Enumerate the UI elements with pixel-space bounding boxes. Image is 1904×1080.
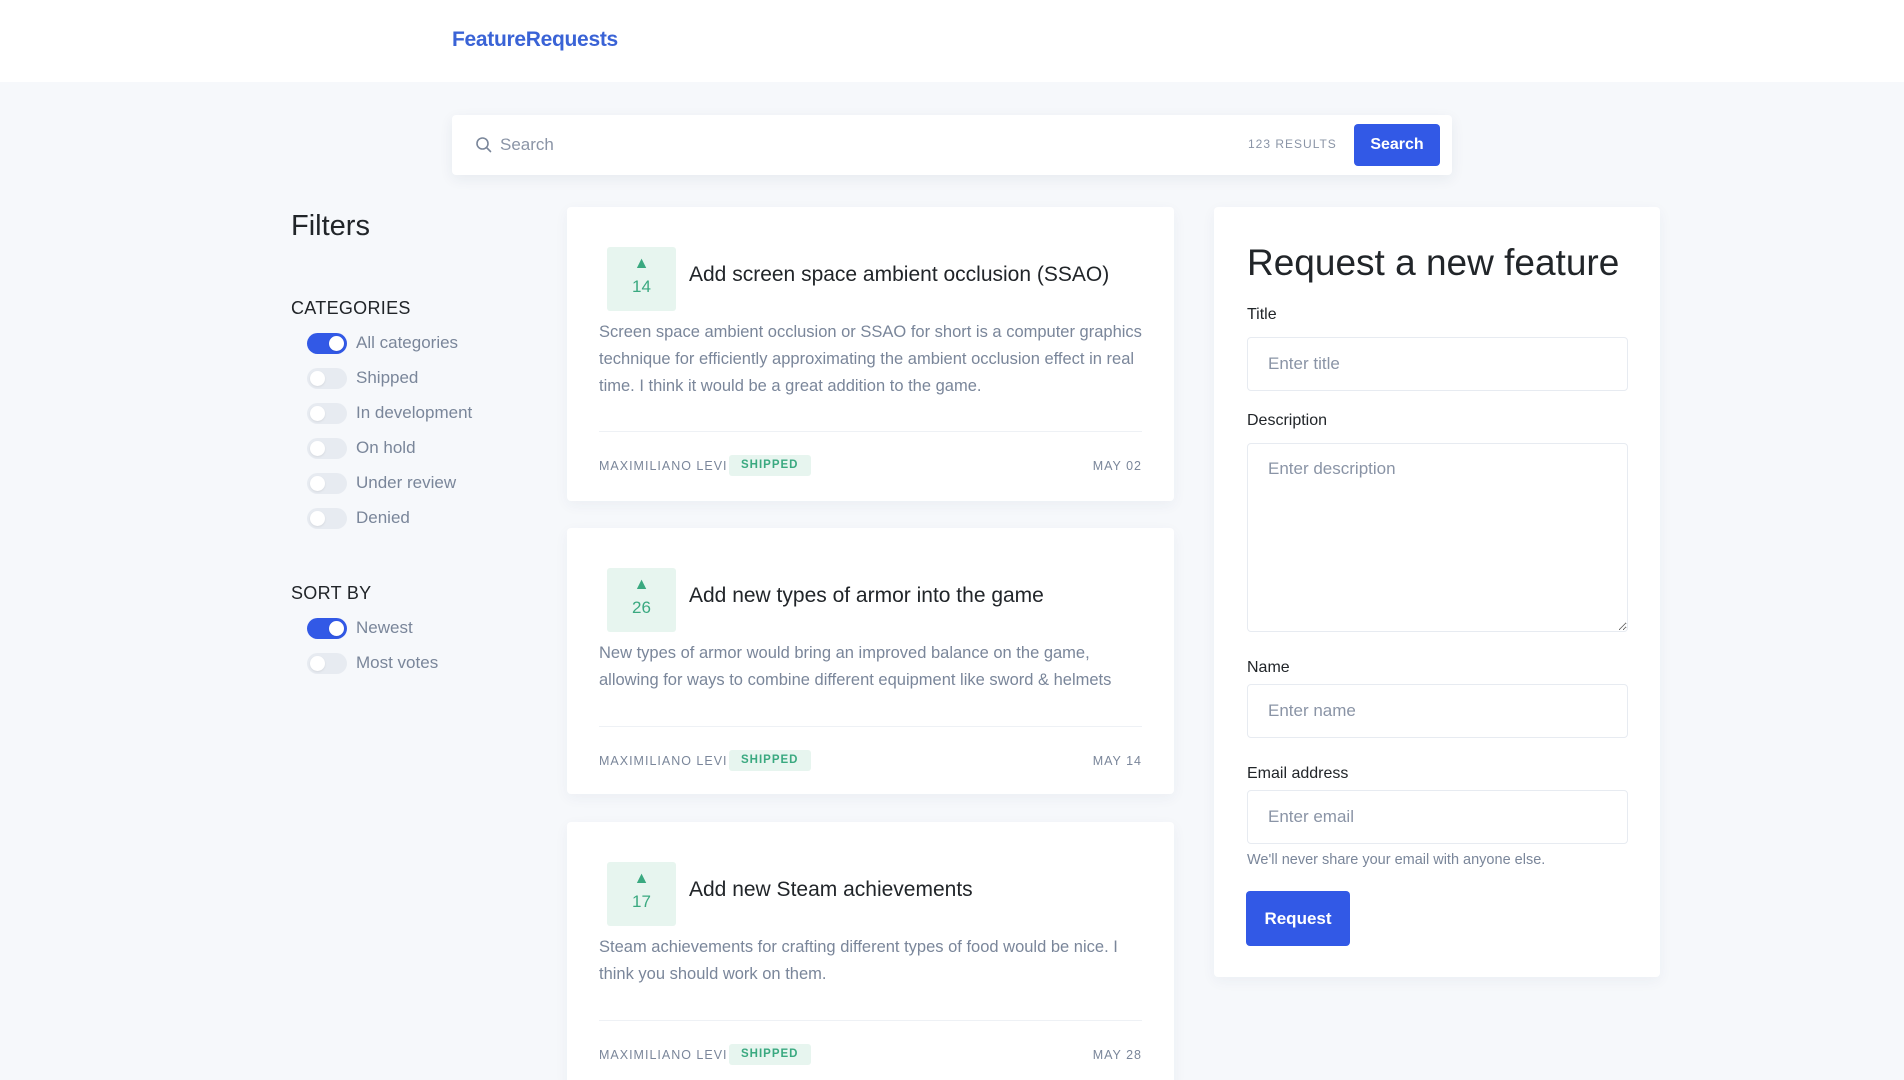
upvote-button[interactable]: ▲ 26 [607, 568, 676, 632]
vote-count: 17 [632, 892, 651, 911]
card-footer: MAXIMILIANO LEVI SHIPPED MAY 14 [599, 750, 1142, 772]
brand-logo[interactable]: FeatureRequests [452, 28, 618, 52]
toggle-knob [310, 370, 325, 386]
card-footer: MAXIMILIANO LEVI SHIPPED MAY 28 [599, 1044, 1142, 1066]
toggle-label: On hold [356, 438, 416, 457]
vote-count: 14 [632, 277, 651, 296]
status-badge: SHIPPED [729, 1044, 811, 1065]
toggle-label: Under review [356, 473, 457, 492]
vote-count: 26 [632, 598, 651, 617]
feature-request-card: ▲ 26 Add new types of armor into the gam… [567, 528, 1174, 794]
toggle-label: Shipped [356, 368, 419, 387]
upvote-arrow-icon: ▲ [633, 255, 650, 272]
toggle-switch[interactable] [307, 437, 347, 459]
feature-request-card: ▲ 17 Add new Steam achievements Steam ac… [567, 822, 1174, 1080]
toggle-label: Denied [356, 508, 410, 527]
card-footer: MAXIMILIANO LEVI SHIPPED MAY 02 [599, 455, 1142, 477]
author-name: MAXIMILIANO LEVI [599, 459, 728, 473]
toggle-switch[interactable] [307, 402, 347, 424]
feature-description: Screen space ambient occlusion or SSAO f… [599, 323, 1142, 395]
toggle-switch[interactable] [307, 472, 347, 494]
card-divider [599, 726, 1142, 727]
description-textarea[interactable] [1247, 443, 1628, 632]
toggle-switch[interactable] [307, 332, 347, 354]
toggle-knob [310, 440, 325, 456]
description-label: Description [1247, 412, 1328, 429]
upvote-button[interactable]: ▲ 14 [607, 247, 676, 311]
upvote-arrow-icon: ▲ [633, 870, 650, 887]
feature-title[interactable]: Add screen space ambient occlusion (SSAO… [689, 263, 1109, 287]
search-button[interactable]: Search [1354, 124, 1440, 166]
toggle-label: Most votes [356, 653, 439, 672]
toggle-knob [310, 405, 325, 421]
categories-title: CATEGORIES [291, 298, 411, 318]
toggle-switch[interactable] [307, 652, 347, 674]
category-toggle-on-hold[interactable]: On hold [307, 436, 416, 460]
feature-request-card: ▲ 14 Add screen space ambient occlusion … [567, 207, 1174, 501]
feature-description: New types of armor would bring an improv… [599, 644, 1112, 689]
card-divider [599, 431, 1142, 432]
results-count: 123 RESULTS [1248, 137, 1337, 151]
search-input[interactable] [500, 129, 1200, 161]
toggle-switch[interactable] [307, 367, 347, 389]
toggle-knob [310, 475, 325, 491]
feature-description: Steam achievements for crafting differen… [599, 938, 1118, 983]
toggle-label: Newest [356, 618, 413, 637]
toggle-knob [310, 655, 325, 671]
status-badge: SHIPPED [729, 455, 811, 476]
feature-date: MAY 02 [1092, 459, 1142, 473]
email-input[interactable] [1247, 790, 1628, 844]
upvote-arrow-icon: ▲ [633, 576, 650, 593]
category-toggle-all-categories[interactable]: All categories [307, 331, 458, 355]
request-feature-form: Request a new feature Title Description … [1214, 207, 1660, 977]
sort-by-title: SORT BY [291, 583, 372, 603]
email-label: Email address [1247, 765, 1349, 782]
toggle-switch[interactable] [307, 507, 347, 529]
filters-title: Filters [291, 210, 370, 242]
toggle-switch[interactable] [307, 617, 347, 639]
sort-toggle-newest[interactable]: Newest [307, 616, 413, 640]
sort-toggle-most-votes[interactable]: Most votes [307, 651, 438, 675]
card-divider [599, 1020, 1142, 1021]
feature-date: MAY 28 [1092, 1048, 1142, 1062]
author-name: MAXIMILIANO LEVI [599, 1048, 728, 1062]
name-label: Name [1247, 659, 1290, 676]
feature-title[interactable]: Add new Steam achievements [689, 878, 973, 902]
name-input[interactable] [1247, 684, 1628, 738]
toggle-knob [310, 510, 325, 526]
title-input[interactable] [1247, 337, 1628, 391]
toggle-knob [329, 620, 344, 636]
upvote-button[interactable]: ▲ 17 [607, 862, 676, 926]
category-toggle-under-review[interactable]: Under review [307, 471, 456, 495]
status-badge: SHIPPED [729, 750, 811, 771]
form-title: Request a new feature [1247, 242, 1620, 283]
search-icon [476, 137, 492, 153]
feature-title[interactable]: Add new types of armor into the game [689, 584, 1044, 608]
category-toggle-in-development[interactable]: In development [307, 401, 472, 425]
author-name: MAXIMILIANO LEVI [599, 754, 728, 768]
request-button[interactable]: Request [1246, 891, 1350, 946]
toggle-knob [329, 335, 344, 351]
toggle-label: All categories [356, 333, 459, 352]
top-navbar: FeatureRequests [0, 0, 1904, 82]
title-label: Title [1247, 306, 1277, 323]
category-toggle-shipped[interactable]: Shipped [307, 366, 418, 390]
toggle-label: In development [356, 403, 473, 422]
category-toggle-denied[interactable]: Denied [307, 506, 410, 530]
feature-date: MAY 14 [1092, 754, 1142, 768]
email-help-text: We'll never share your email with anyone… [1247, 852, 1546, 868]
